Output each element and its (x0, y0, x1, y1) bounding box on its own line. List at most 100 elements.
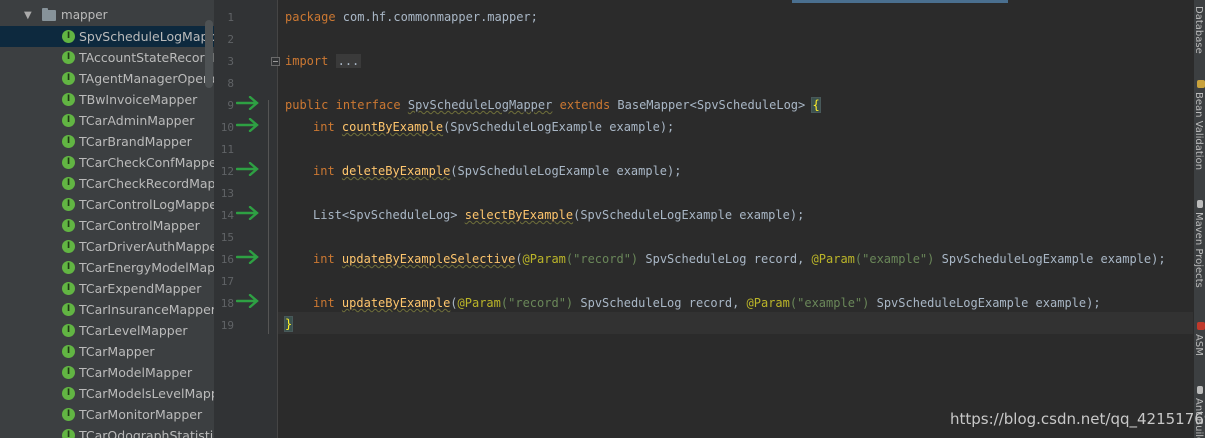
ant-icon (1197, 386, 1203, 394)
tree-item[interactable]: I TCarModelsLevelMapper (0, 383, 214, 404)
tree-item-label: TAccountStateRecordMapper (79, 50, 214, 65)
method-deleteByExample: deleteByExample (341, 164, 451, 178)
interface-icon: I (62, 303, 75, 316)
tree-item-label: TCarExpendMapper (79, 281, 202, 296)
asm-icon (1197, 322, 1205, 330)
tree-item[interactable]: I TCarModelMapper (0, 362, 214, 383)
implemented-arrow-icon[interactable] (236, 206, 260, 220)
maven-icon (1197, 200, 1203, 208)
tree-item[interactable]: I TCarMonitorMapper (0, 404, 214, 425)
interface-icon: I (62, 156, 75, 169)
interface-icon: I (62, 282, 75, 295)
tree-item-label: TCarControlLogMapper (79, 197, 214, 212)
triangle-down-icon[interactable]: ▼ (24, 5, 32, 26)
tab-database[interactable]: Database (1194, 6, 1204, 54)
line-number: 3 (227, 55, 234, 68)
tree-item[interactable]: I TCarCheckRecordMapper (0, 173, 214, 194)
tree-item[interactable]: I TCarCheckConfMapper (0, 152, 214, 173)
interface-icon: I (62, 93, 75, 106)
interface-name: SpvScheduleLogMapper (407, 98, 553, 112)
tree-scrollbar[interactable] (205, 20, 213, 88)
implemented-arrow-icon[interactable] (236, 118, 260, 132)
line-number: 16 (220, 253, 234, 266)
tree-folder-label: mapper (61, 8, 108, 22)
tab-maven-projects[interactable]: Maven Projects (1194, 212, 1204, 288)
tree-item-label: TCarMonitorMapper (79, 407, 203, 422)
code-line-10: int countByExample(SpvScheduleLogExample… (313, 120, 675, 134)
tree-item[interactable]: I TCarOdographStatisticMapper (0, 425, 214, 438)
interface-icon: I (62, 30, 75, 43)
tree-item-label: TCarModelsLevelMapper (79, 386, 214, 401)
line-number: 15 (220, 231, 234, 244)
code-line-14: List<SpvScheduleLog> selectByExample(Spv… (313, 208, 805, 222)
tree-item-label: TBwInvoiceMapper (79, 92, 198, 107)
tree-item-label: TAgentManagerOperationMapper (79, 71, 214, 86)
tree-item[interactable]: I TCarControlMapper (0, 215, 214, 236)
tree-item-label: TCarAdminMapper (79, 113, 195, 128)
interface-icon: I (62, 324, 75, 337)
interface-icon: I (62, 177, 75, 190)
tree-item-label: TCarEnergyModelMapper (79, 260, 214, 275)
interface-icon: I (62, 135, 75, 148)
method-countByExample: countByExample (341, 120, 444, 134)
interface-icon: I (62, 72, 75, 85)
implemented-arrow-icon[interactable] (236, 250, 260, 264)
tree-item[interactable]: I TCarMapper (0, 341, 214, 362)
tree-item-label: TCarInsuranceMapper (79, 302, 214, 317)
code-line-18: int updateByExample(@Param("record") Spv… (313, 296, 1101, 310)
tree-item[interactable]: I TCarLevelMapper (0, 320, 214, 341)
method-updateByExampleSelective: updateByExampleSelective (341, 252, 516, 266)
line-number: 18 (220, 297, 234, 310)
implemented-arrow-icon[interactable] (236, 96, 260, 110)
folder-icon (42, 8, 56, 21)
tab-bean-validation[interactable]: Bean Validation (1194, 92, 1204, 170)
open-brace: { (811, 97, 821, 113)
tree-item[interactable]: I TCarAdminMapper (0, 110, 214, 131)
right-tool-window-bar: Database Bean Validation Maven Projects … (1193, 0, 1205, 438)
tree-item[interactable]: I TCarDriverAuthMapper (0, 236, 214, 257)
method-selectByExample: selectByExample (464, 208, 574, 222)
line-number: 13 (220, 187, 234, 200)
interface-icon: I (62, 240, 75, 253)
line-number: 9 (227, 99, 234, 112)
interface-icon: I (62, 429, 75, 438)
tree-item-label: SpvScheduleLogMapper (79, 29, 214, 44)
code-line-1: package com.hf.commonmapper.mapper; (285, 10, 538, 24)
folded-imports[interactable]: ... (335, 54, 362, 68)
close-brace: } (283, 316, 294, 332)
interface-icon: I (62, 198, 75, 211)
line-number: 14 (220, 209, 234, 222)
tree-item-label: TCarOdographStatisticMapper (79, 428, 214, 438)
line-number: 19 (220, 319, 234, 332)
bean-icon (1197, 80, 1205, 88)
line-number: 12 (220, 165, 234, 178)
tree-item[interactable]: I TBwInvoiceMapper (0, 89, 214, 110)
tree-item[interactable]: I TCarBrandMapper (0, 131, 214, 152)
tree-item-label: TCarBrandMapper (79, 134, 192, 149)
interface-icon: I (62, 408, 75, 421)
tree-item[interactable]: I TAccountStateRecordMapper (0, 47, 214, 68)
tree-item-label: TCarMapper (79, 344, 155, 359)
tree-item-label: TCarCheckConfMapper (79, 155, 214, 170)
tree-folder-mapper[interactable]: ▼ mapper (0, 5, 214, 26)
tree-item[interactable]: I TAgentManagerOperationMapper (0, 68, 214, 89)
implemented-arrow-icon[interactable] (236, 294, 260, 308)
tree-item-label: TCarDriverAuthMapper (79, 239, 214, 254)
code-line-9: public interface SpvScheduleLogMapper ex… (285, 97, 821, 113)
line-number: 17 (220, 275, 234, 288)
code-line-19: } (283, 316, 294, 332)
tree-item[interactable]: I TCarExpendMapper (0, 278, 214, 299)
interface-icon: I (62, 51, 75, 64)
interface-icon: I (62, 366, 75, 379)
tree-item-label: TCarModelMapper (79, 365, 193, 380)
line-number: 1 (227, 11, 234, 24)
tree-item[interactable]: I TCarEnergyModelMapper (0, 257, 214, 278)
code-line-12: int deleteByExample(SpvScheduleLogExampl… (313, 164, 682, 178)
tree-item[interactable]: I TCarInsuranceMapper (0, 299, 214, 320)
tab-asm[interactable]: ASM (1194, 334, 1204, 356)
tree-item[interactable]: I SpvScheduleLogMapper (0, 26, 214, 47)
implemented-arrow-icon[interactable] (236, 162, 260, 176)
tree-item[interactable]: I TCarControlLogMapper (0, 194, 214, 215)
interface-icon: I (62, 345, 75, 358)
line-number: 11 (220, 143, 234, 156)
